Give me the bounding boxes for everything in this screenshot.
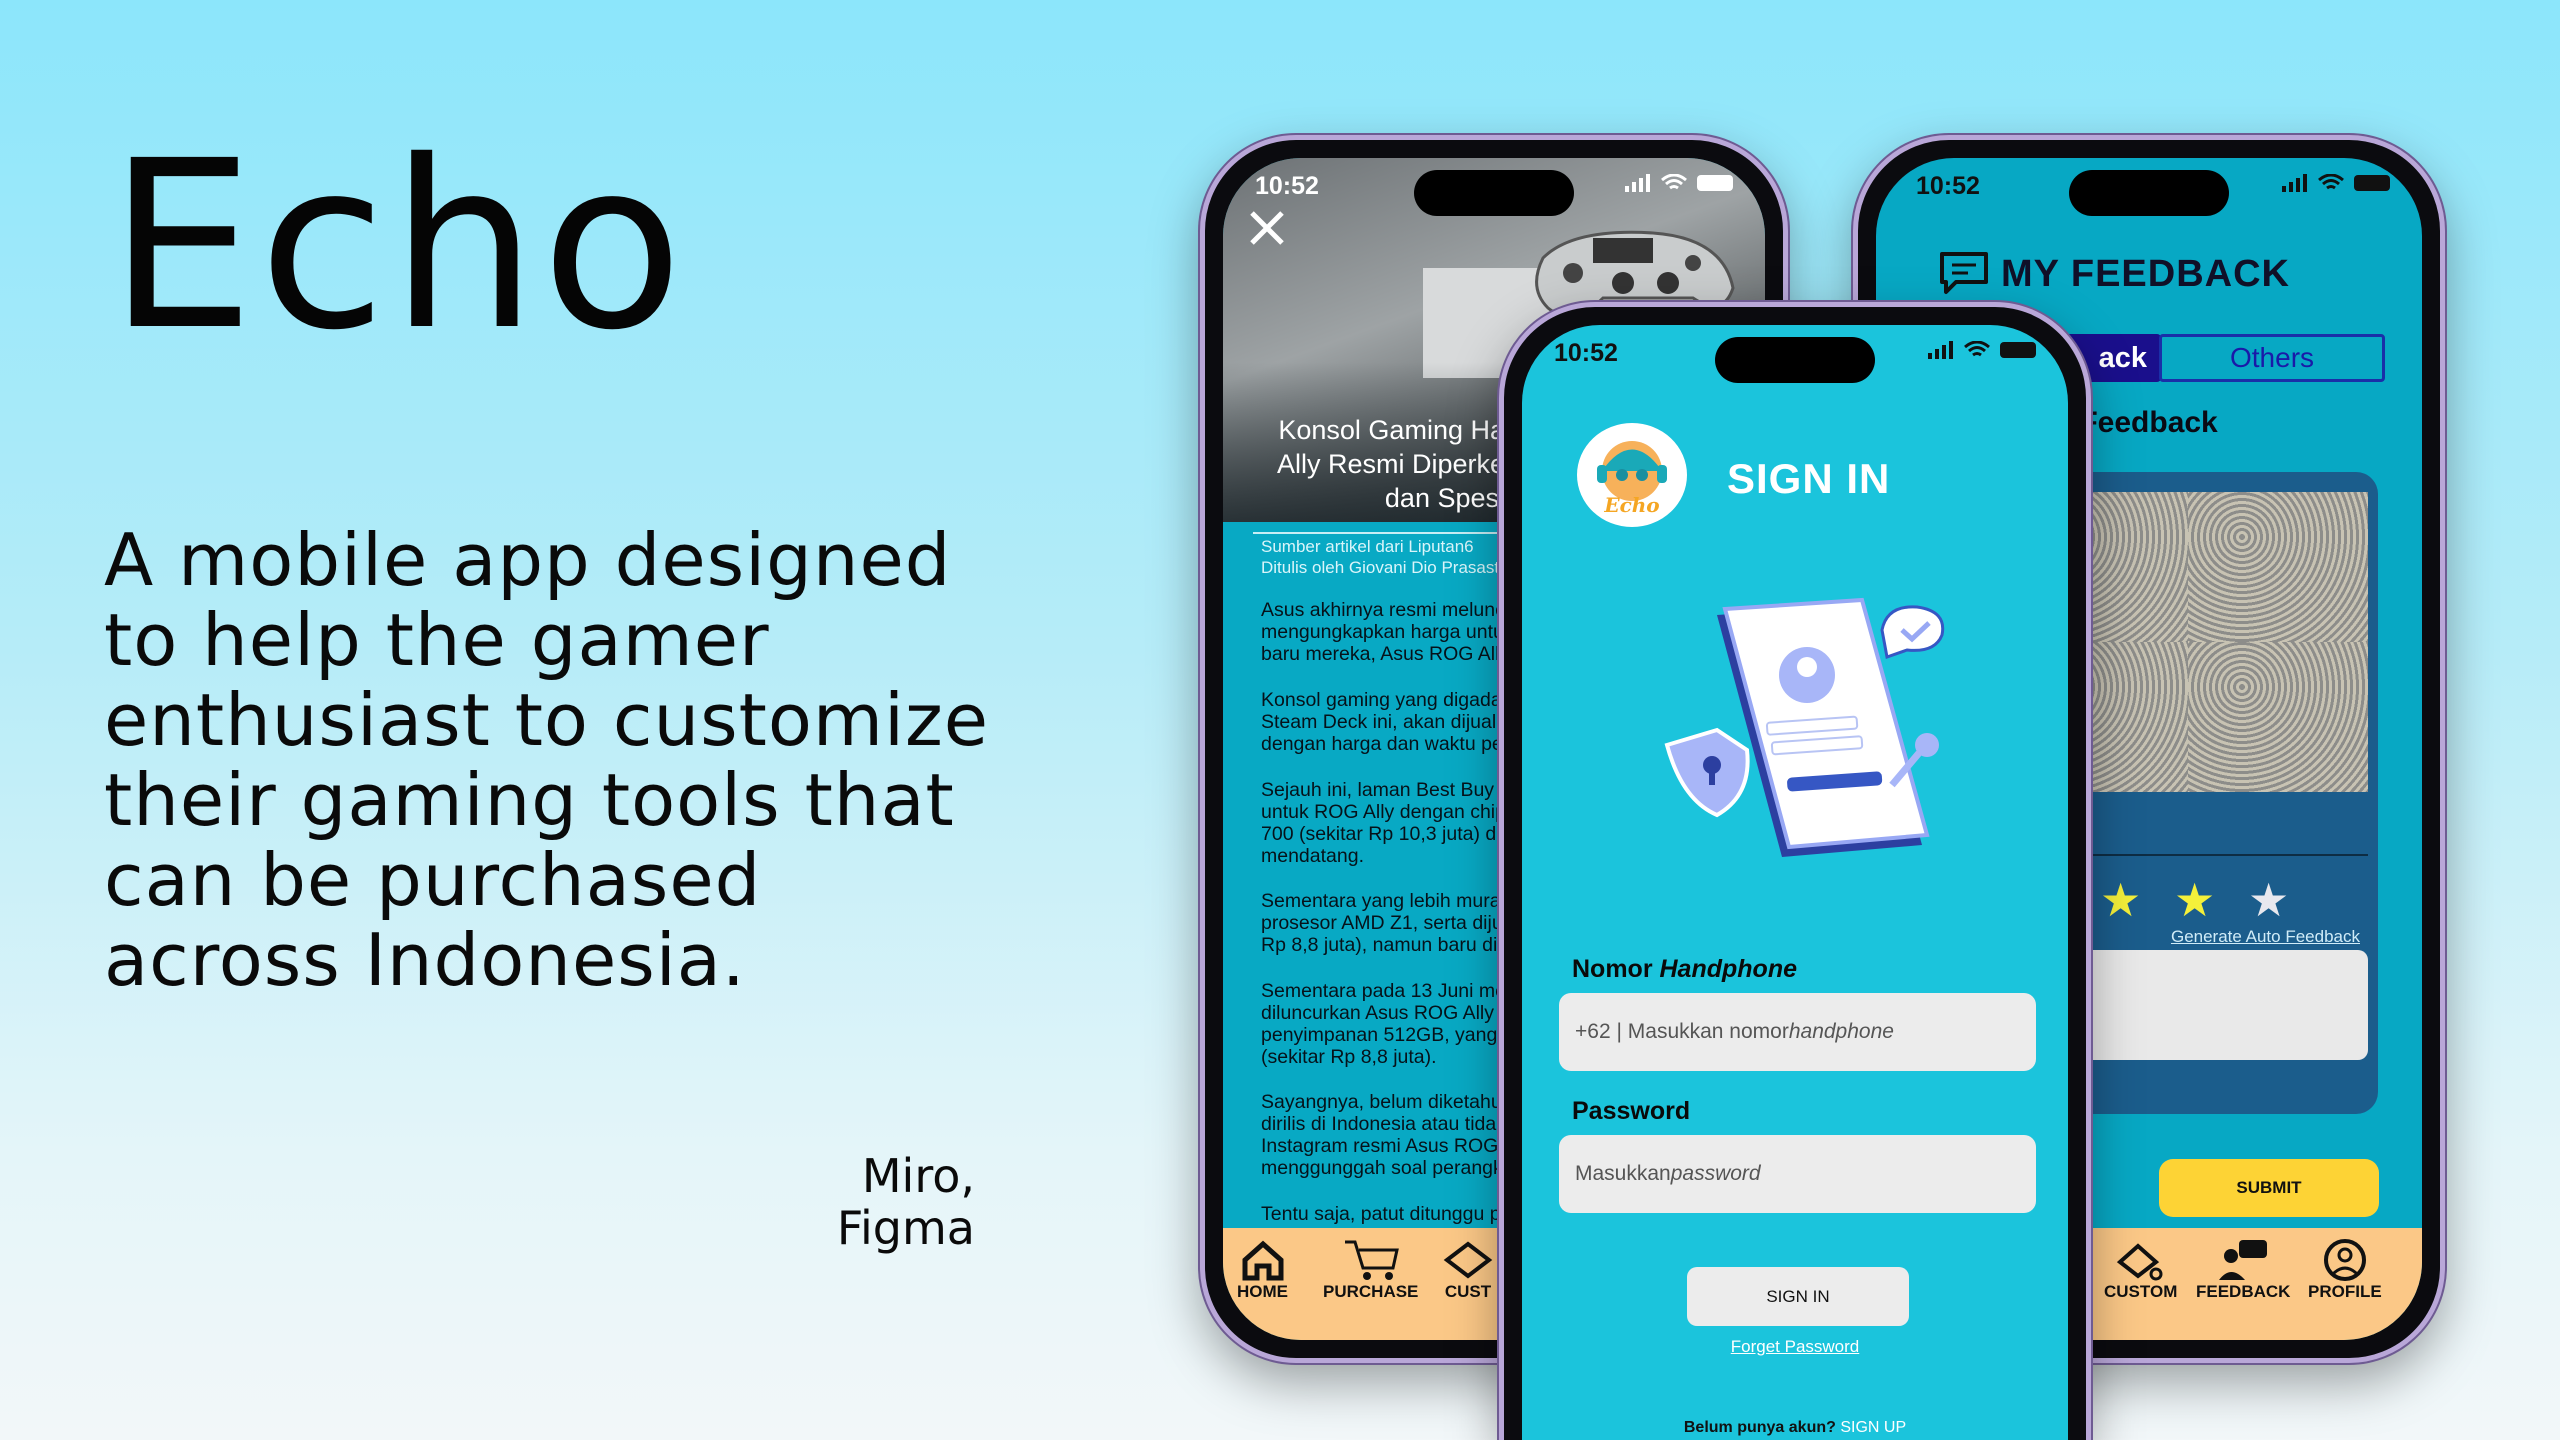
dynamic-island — [1715, 337, 1875, 383]
paragraph-line: diluncurkan Asus ROG Ally de — [1261, 1002, 1522, 1024]
paragraph-line: Instagram resmi Asus ROG In — [1261, 1135, 1520, 1157]
tools-used: Miro, Figma — [700, 1150, 975, 1254]
signup-link[interactable]: SIGN UP — [1840, 1419, 1906, 1436]
star-icon[interactable]: ★ — [2100, 877, 2141, 923]
status-icons — [1625, 174, 1733, 192]
password-input[interactable]: Masukkan password — [1559, 1135, 2036, 1213]
custom-icon — [2116, 1243, 2163, 1281]
home-icon — [1242, 1240, 1283, 1281]
wifi-icon — [2318, 174, 2344, 190]
echo-logo: Echo — [1577, 423, 1687, 527]
paragraph-line: (sekitar Rp 8,8 juta). — [1261, 1046, 1437, 1068]
dynamic-island — [1414, 170, 1574, 216]
cart-icon — [1344, 1240, 1399, 1280]
paragraph-line: penyimpanan 512GB, yang dij — [1261, 1024, 1523, 1046]
paragraph-line: menggunggah soal perangka — [1261, 1157, 1514, 1179]
status-icons — [2282, 174, 2390, 192]
signin-button[interactable]: SIGN IN — [1687, 1267, 1909, 1326]
generate-auto-feedback-link[interactable]: Generate Auto Feedback — [2171, 927, 2360, 947]
signin-title: SIGN IN — [1727, 455, 1891, 502]
wifi-icon — [1964, 341, 1990, 357]
forget-password-link[interactable]: Forget Password — [1522, 1337, 2068, 1357]
paragraph-line: Sementara pada 13 Juni men — [1261, 980, 1517, 1002]
signup-prompt: Belum punya akun? SIGN UP — [1683, 1419, 1907, 1436]
article-paragraph: Sayangnya, belum diketahui a dirilis di I… — [1261, 1091, 1522, 1179]
status-time: 10:52 — [1554, 339, 1618, 367]
signal-icon — [2282, 174, 2307, 192]
login-illustration — [1664, 597, 1945, 857]
paragraph-line: Tentu saja, patut ditunggu pe — [1261, 1203, 1512, 1225]
tab-others[interactable]: Others — [2159, 334, 2385, 382]
wifi-icon — [1661, 174, 1687, 190]
paragraph-line: Rp 8,8 juta), namun baru dirili — [1261, 934, 1517, 956]
battery-icon — [1697, 175, 1733, 191]
nav-custom[interactable]: CUST — [1443, 1238, 1493, 1302]
paragraph-line: Steam Deck ini, akan dijual d — [1261, 711, 1513, 733]
paragraph-line: baru mereka, Asus ROG Ally. — [1261, 643, 1514, 665]
custom-icon — [1443, 1241, 1493, 1279]
status-time: 10:52 — [1255, 172, 1319, 200]
phone-label: Nomor Handphone — [1572, 955, 1797, 983]
article-paragraph: Konsol gaming yang digadang Steam Deck in… — [1261, 689, 1523, 755]
paragraph-line: Sejauh ini, laman Best Buy ba — [1261, 779, 1522, 801]
paragraph-line: Sayangnya, belum diketahui a — [1261, 1091, 1523, 1113]
status-time: 10:52 — [1916, 172, 1980, 200]
nav-purchase[interactable]: PURCHASE — [1323, 1238, 1418, 1302]
feedback-chat-icon — [1940, 252, 1988, 294]
signal-icon — [1625, 174, 1650, 192]
app-description: A mobile app designed to help the gamer … — [104, 518, 990, 1002]
paragraph-line: Konsol gaming yang digadang — [1261, 689, 1524, 711]
phone-input[interactable]: +62 | Masukkan nomor handphone — [1559, 993, 2036, 1071]
paragraph-line: untuk ROG Ally dengan chip Z — [1261, 801, 1524, 823]
nav-profile[interactable]: PROFILE — [2308, 1238, 2382, 1302]
tool-miro: Miro, — [861, 1149, 975, 1203]
article-source: Sumber artikel dari Liputan6 Ditulis ole… — [1261, 537, 1518, 577]
article-paragraph: Sementara yang lebih murah, prosesor AMD … — [1261, 890, 1518, 956]
app-title: Echo — [108, 111, 688, 381]
dynamic-island — [2069, 170, 2229, 216]
paragraph-line: prosesor AMD Z1, serta dijual — [1261, 912, 1518, 934]
signal-icon — [1928, 341, 1953, 359]
nav-feedback[interactable]: FEEDBACK — [2196, 1238, 2290, 1302]
phone-signin: 10:52 Echo SIGN IN Nomor Handphone +62 |… — [1499, 302, 2091, 1440]
profile-icon — [2323, 1239, 2366, 1281]
signin-screen: 10:52 Echo SIGN IN Nomor Handphone +62 |… — [1522, 325, 2068, 1440]
nav-home[interactable]: HOME — [1237, 1238, 1288, 1302]
paragraph-line: mengungkapkan harga untuk — [1261, 621, 1514, 643]
star-icon[interactable]: ★ — [2174, 877, 2215, 923]
feedback-icon — [2219, 1240, 2268, 1280]
article-paragraph: Sejauh ini, laman Best Buy ba untuk ROG A… — [1261, 779, 1523, 867]
paragraph-line: Sementara yang lebih murah, — [1261, 890, 1517, 912]
paragraph-line: dengan harga dan waktu pen — [1261, 733, 1514, 755]
password-label: Password — [1572, 1097, 1691, 1125]
star-icon[interactable]: ★ — [2248, 877, 2289, 923]
nav-custom[interactable]: CUSTOM — [2104, 1238, 2177, 1302]
article-title: Konsol Gaming Ha Ally Resmi Diperke dan … — [1276, 415, 1505, 513]
feedback-title: MY FEEDBACK — [2001, 253, 2290, 295]
battery-icon — [2000, 342, 2036, 358]
battery-icon — [2354, 175, 2390, 191]
tool-figma: Figma — [836, 1201, 975, 1255]
close-icon[interactable] — [1249, 210, 1285, 246]
submit-button[interactable]: SUBMIT — [2159, 1159, 2379, 1217]
paragraph-line: dirilis di Indonesia atau tidak. — [1261, 1113, 1512, 1135]
status-icons — [1928, 341, 2036, 359]
paragraph-line: Asus akhirnya resmi meluncu — [1261, 599, 1516, 621]
article-paragraph: Sementara pada 13 Juni men diluncurkan As… — [1261, 980, 1522, 1068]
article-paragraph: Asus akhirnya resmi meluncu mengungkapkan… — [1261, 599, 1516, 665]
paragraph-line: 700 (sekitar Rp 10,3 juta) dan — [1261, 823, 1518, 845]
paragraph-line: mendatang. — [1261, 845, 1364, 867]
